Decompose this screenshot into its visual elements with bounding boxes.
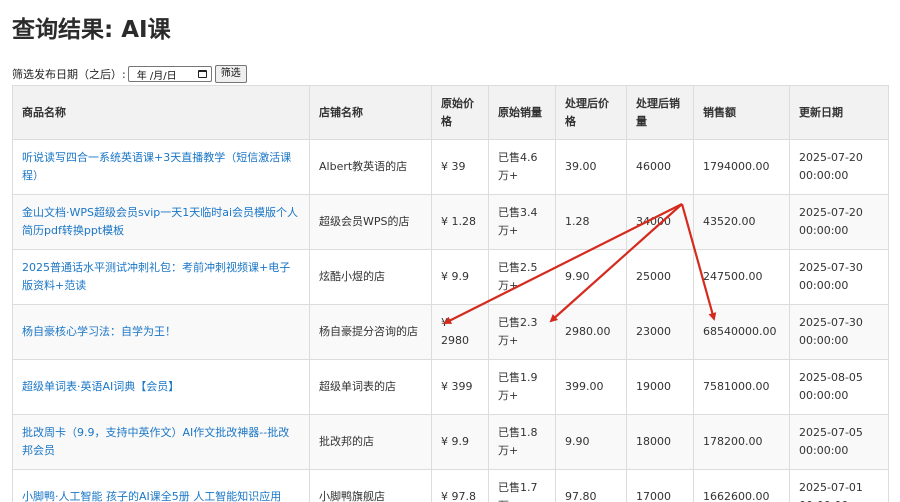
original-price-cell: ¥ 1.28 — [431, 194, 489, 250]
product-name-cell: 2025普通话水平测试冲刺礼包：考前冲刺视频课+电子版资料+范读 — [12, 249, 310, 305]
product-link[interactable]: 听说读写四合一系统英语课+3天直播教学（短信激活课程） — [22, 151, 291, 182]
revenue-cell: 68540000.00 — [693, 304, 790, 360]
processed-sales-cell: 19000 — [626, 359, 694, 415]
update-date-cell: 2025-07-05 00:00:00 — [789, 414, 889, 470]
product-link[interactable]: 金山文档·WPS超级会员svip一天1天临时ai会员模版个人简历pdf转换ppt… — [22, 206, 298, 237]
processed-price-cell: 39.00 — [555, 139, 627, 195]
product-name-cell: 小脚鸭·人工智能 孩子的AI课全5册 人工智能知识应用 — [12, 469, 310, 502]
product-name-cell: 批改周卡（9.9，支持中英作文）AI作文批改神器--批改邦会员 — [12, 414, 310, 470]
processed-sales-cell: 46000 — [626, 139, 694, 195]
calendar-icon[interactable] — [197, 70, 207, 78]
shop-name-cell: 超级单词表的店 — [309, 359, 432, 415]
update-date-cell: 2025-07-20 00:00:00 — [789, 139, 889, 195]
processed-sales-cell: 17000 — [626, 469, 694, 502]
processed-sales-cell: 25000 — [626, 249, 694, 305]
update-date-cell: 2025-07-20 00:00:00 — [789, 194, 889, 250]
original-sales-cell: 已售3.4万+ — [488, 194, 556, 250]
original-sales-cell: 已售1.9万+ — [488, 359, 556, 415]
original-sales-cell: 已售1.8万+ — [488, 414, 556, 470]
table-row: 2025普通话水平测试冲刺礼包：考前冲刺视频课+电子版资料+范读 炫酷小煜的店 … — [12, 249, 889, 305]
header-processed-sales: 处理后销量 — [626, 85, 694, 140]
processed-sales-cell: 34000 — [626, 194, 694, 250]
header-update-date: 更新日期 — [789, 85, 889, 140]
update-date-cell: 2025-07-01 00:00:00 — [789, 469, 889, 502]
update-date-cell: 2025-08-05 00:00:00 — [789, 359, 889, 415]
original-price-cell: ¥ 399 — [431, 359, 489, 415]
original-sales-cell: 已售2.3万+ — [488, 304, 556, 360]
original-sales-cell: 已售1.7万+ — [488, 469, 556, 502]
product-link[interactable]: 批改周卡（9.9，支持中英作文）AI作文批改神器--批改邦会员 — [22, 426, 289, 457]
original-price-cell: ¥ 9.9 — [431, 249, 489, 305]
date-filter: 筛选发布日期（之后）: 年 /月/日 筛选 — [12, 64, 247, 84]
header-product-name: 商品名称 — [12, 85, 310, 140]
filter-label: 筛选发布日期（之后）: — [12, 68, 126, 81]
shop-name-cell: 批改邦的店 — [309, 414, 432, 470]
original-price-cell: ¥ 39 — [431, 139, 489, 195]
table-row: 听说读写四合一系统英语课+3天直播教学（短信激活课程） Albert教英语的店 … — [12, 139, 889, 195]
results-table: 商品名称 店铺名称 原始价格 原始销量 处理后价格 处理后销量 销售额 更新日期… — [12, 85, 889, 502]
revenue-cell: 178200.00 — [693, 414, 790, 470]
processed-price-cell: 97.80 — [555, 469, 627, 502]
original-price-cell: ¥ 97.8 — [431, 469, 489, 502]
query-results-page: 查询结果: AI课 筛选发布日期（之后）: 年 /月/日 筛选 商品名称 店铺名… — [0, 0, 900, 502]
table-row: 小脚鸭·人工智能 孩子的AI课全5册 人工智能知识应用 小脚鸭旗舰店 ¥ 97.… — [12, 469, 889, 502]
page-title: 查询结果: AI课 — [12, 17, 171, 43]
shop-name-cell: 超级会员WPS的店 — [309, 194, 432, 250]
table-row: 杨自豪核心学习法：自学为王！ 杨自豪提分咨询的店 ¥ 2980 已售2.3万+ … — [12, 304, 889, 360]
header-original-price: 原始价格 — [431, 85, 489, 140]
date-placeholder: 年 /月/日 — [136, 70, 177, 82]
revenue-cell: 1794000.00 — [693, 139, 790, 195]
original-price-cell: ¥ 2980 — [431, 304, 489, 360]
table-row: 超级单词表·英语AI词典【会员】 超级单词表的店 ¥ 399 已售1.9万+ 3… — [12, 359, 889, 415]
header-processed-price: 处理后价格 — [555, 85, 627, 140]
date-input[interactable]: 年 /月/日 — [127, 66, 212, 82]
product-link[interactable]: 小脚鸭·人工智能 孩子的AI课全5册 人工智能知识应用 — [22, 490, 281, 502]
shop-name-cell: 杨自豪提分咨询的店 — [309, 304, 432, 360]
processed-price-cell: 399.00 — [555, 359, 627, 415]
processed-price-cell: 2980.00 — [555, 304, 627, 360]
product-name-cell: 金山文档·WPS超级会员svip一天1天临时ai会员模版个人简历pdf转换ppt… — [12, 194, 310, 250]
revenue-cell: 1662600.00 — [693, 469, 790, 502]
header-original-sales: 原始销量 — [488, 85, 556, 140]
product-name-cell: 杨自豪核心学习法：自学为王！ — [12, 304, 310, 360]
header-revenue: 销售额 — [693, 85, 790, 140]
table-row: 金山文档·WPS超级会员svip一天1天临时ai会员模版个人简历pdf转换ppt… — [12, 194, 889, 250]
product-name-cell: 超级单词表·英语AI词典【会员】 — [12, 359, 310, 415]
revenue-cell: 247500.00 — [693, 249, 790, 305]
filter-button[interactable]: 筛选 — [214, 65, 247, 83]
original-price-cell: ¥ 9.9 — [431, 414, 489, 470]
shop-name-cell: 小脚鸭旗舰店 — [309, 469, 432, 502]
product-link[interactable]: 杨自豪核心学习法：自学为王！ — [22, 325, 176, 338]
product-link[interactable]: 超级单词表·英语AI词典【会员】 — [22, 380, 179, 393]
revenue-cell: 43520.00 — [693, 194, 790, 250]
original-sales-cell: 已售4.6万+ — [488, 139, 556, 195]
product-link[interactable]: 2025普通话水平测试冲刺礼包：考前冲刺视频课+电子版资料+范读 — [22, 261, 290, 292]
table-row: 批改周卡（9.9，支持中英作文）AI作文批改神器--批改邦会员 批改邦的店 ¥ … — [12, 414, 889, 470]
update-date-cell: 2025-07-30 00:00:00 — [789, 304, 889, 360]
original-sales-cell: 已售2.5万+ — [488, 249, 556, 305]
shop-name-cell: Albert教英语的店 — [309, 139, 432, 195]
header-shop-name: 店铺名称 — [309, 85, 432, 140]
processed-sales-cell: 23000 — [626, 304, 694, 360]
table-header-row: 商品名称 店铺名称 原始价格 原始销量 处理后价格 处理后销量 销售额 更新日期 — [12, 85, 889, 140]
processed-sales-cell: 18000 — [626, 414, 694, 470]
update-date-cell: 2025-07-30 00:00:00 — [789, 249, 889, 305]
shop-name-cell: 炫酷小煜的店 — [309, 249, 432, 305]
revenue-cell: 7581000.00 — [693, 359, 790, 415]
processed-price-cell: 9.90 — [555, 414, 627, 470]
product-name-cell: 听说读写四合一系统英语课+3天直播教学（短信激活课程） — [12, 139, 310, 195]
processed-price-cell: 9.90 — [555, 249, 627, 305]
processed-price-cell: 1.28 — [555, 194, 627, 250]
